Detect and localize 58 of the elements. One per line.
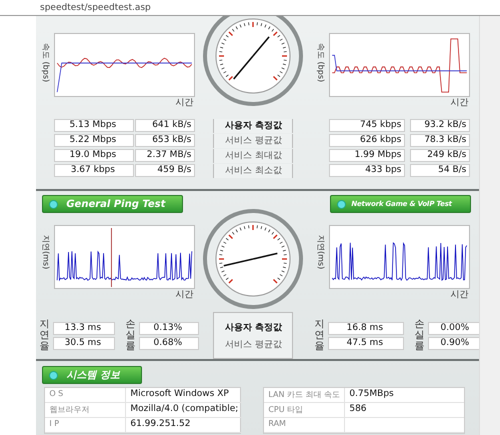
value-cell: 1.99 Mbps bbox=[329, 148, 406, 162]
info-value: Microsoft Windows XP bbox=[125, 388, 242, 403]
info-value: 586 bbox=[344, 403, 464, 418]
status-dot-icon bbox=[49, 200, 58, 208]
row-label: 서비스 평균값 bbox=[224, 135, 282, 147]
axis-label: 시간 bbox=[175, 97, 194, 109]
row-label: 사용자 측정값 bbox=[224, 120, 282, 132]
value-cell: 93.2 kB/s bbox=[410, 118, 470, 132]
value-cell: 3.67 kbps bbox=[54, 164, 134, 176]
info-label: LAN 카드 최대 속도 bbox=[264, 388, 344, 403]
value-cell: 249 kB/s bbox=[410, 148, 470, 162]
row-label: 서비스 최소값 bbox=[224, 165, 282, 177]
info-label: RAM bbox=[264, 418, 344, 433]
info-value: 61.99.251.52 bbox=[125, 418, 242, 433]
status-dot-icon bbox=[49, 370, 58, 380]
axis-label: 지연(ms) bbox=[40, 235, 50, 270]
value-cell: 13.3 ms bbox=[53, 322, 116, 334]
value-cell: 78.3 kB/s bbox=[410, 134, 470, 146]
value-cell: 0.68% bbox=[139, 336, 200, 350]
axis-label: 지연율 bbox=[39, 319, 50, 352]
axis-label: 손실률 bbox=[125, 319, 136, 352]
info-value: Mozilla/4.0 (compatible; bbox=[125, 403, 242, 418]
axis-label: 시간 bbox=[175, 289, 194, 301]
value-cell: 745 kbps bbox=[329, 118, 406, 132]
value-cell: 5.22 Mbps bbox=[54, 134, 134, 146]
axis-label: 시간 bbox=[450, 97, 468, 109]
value-cell: 19.0 Mbps bbox=[54, 148, 134, 162]
axis-label: 속도 (bps) bbox=[315, 43, 326, 82]
axis-label: 속도 (bps) bbox=[40, 43, 50, 82]
row-label: 서비스 평균값 bbox=[224, 338, 282, 350]
info-label: CPU 타입 bbox=[264, 403, 344, 418]
axis-label: 손실률 bbox=[414, 319, 424, 352]
value-cell: 16.8 ms bbox=[328, 322, 404, 334]
row-label: 사용자 측정값 bbox=[224, 322, 282, 334]
status-dot-icon bbox=[337, 200, 346, 208]
value-cell: 47.5 ms bbox=[328, 336, 404, 350]
value-cell: 5.13 Mbps bbox=[54, 118, 134, 132]
address-text[interactable]: speedtest/speedtest.asp bbox=[40, 2, 151, 12]
info-label: O S bbox=[45, 388, 126, 403]
axis-label: 지연율 bbox=[314, 319, 324, 352]
value-cell: 433 bps bbox=[329, 164, 406, 176]
value-cell: 54 B/s bbox=[410, 164, 470, 176]
value-cell: 30.5 ms bbox=[53, 336, 116, 350]
system-info-button[interactable]: 시스템 정보 bbox=[42, 366, 142, 384]
row-label: 서비스 최대값 bbox=[224, 150, 282, 162]
axis-label: 시간 bbox=[450, 289, 468, 301]
scrollbar[interactable] bbox=[479, 16, 500, 435]
value-cell: 626 kbps bbox=[329, 134, 406, 146]
info-value: 0.75MBps bbox=[344, 388, 464, 403]
value-cell: 0.13% bbox=[139, 322, 200, 334]
ping-test-button[interactable]: General Ping Test bbox=[42, 195, 184, 213]
value-cell: 459 B/s bbox=[135, 164, 196, 176]
value-cell: 641 kB/s bbox=[135, 118, 196, 132]
value-cell: 2.37 MB/s bbox=[135, 148, 196, 162]
value-cell: 653 kB/s bbox=[135, 134, 196, 146]
info-label: I P bbox=[45, 418, 126, 433]
axis-label: 지연(ms) bbox=[315, 235, 326, 270]
info-label: 웹브라우저 bbox=[45, 403, 126, 418]
